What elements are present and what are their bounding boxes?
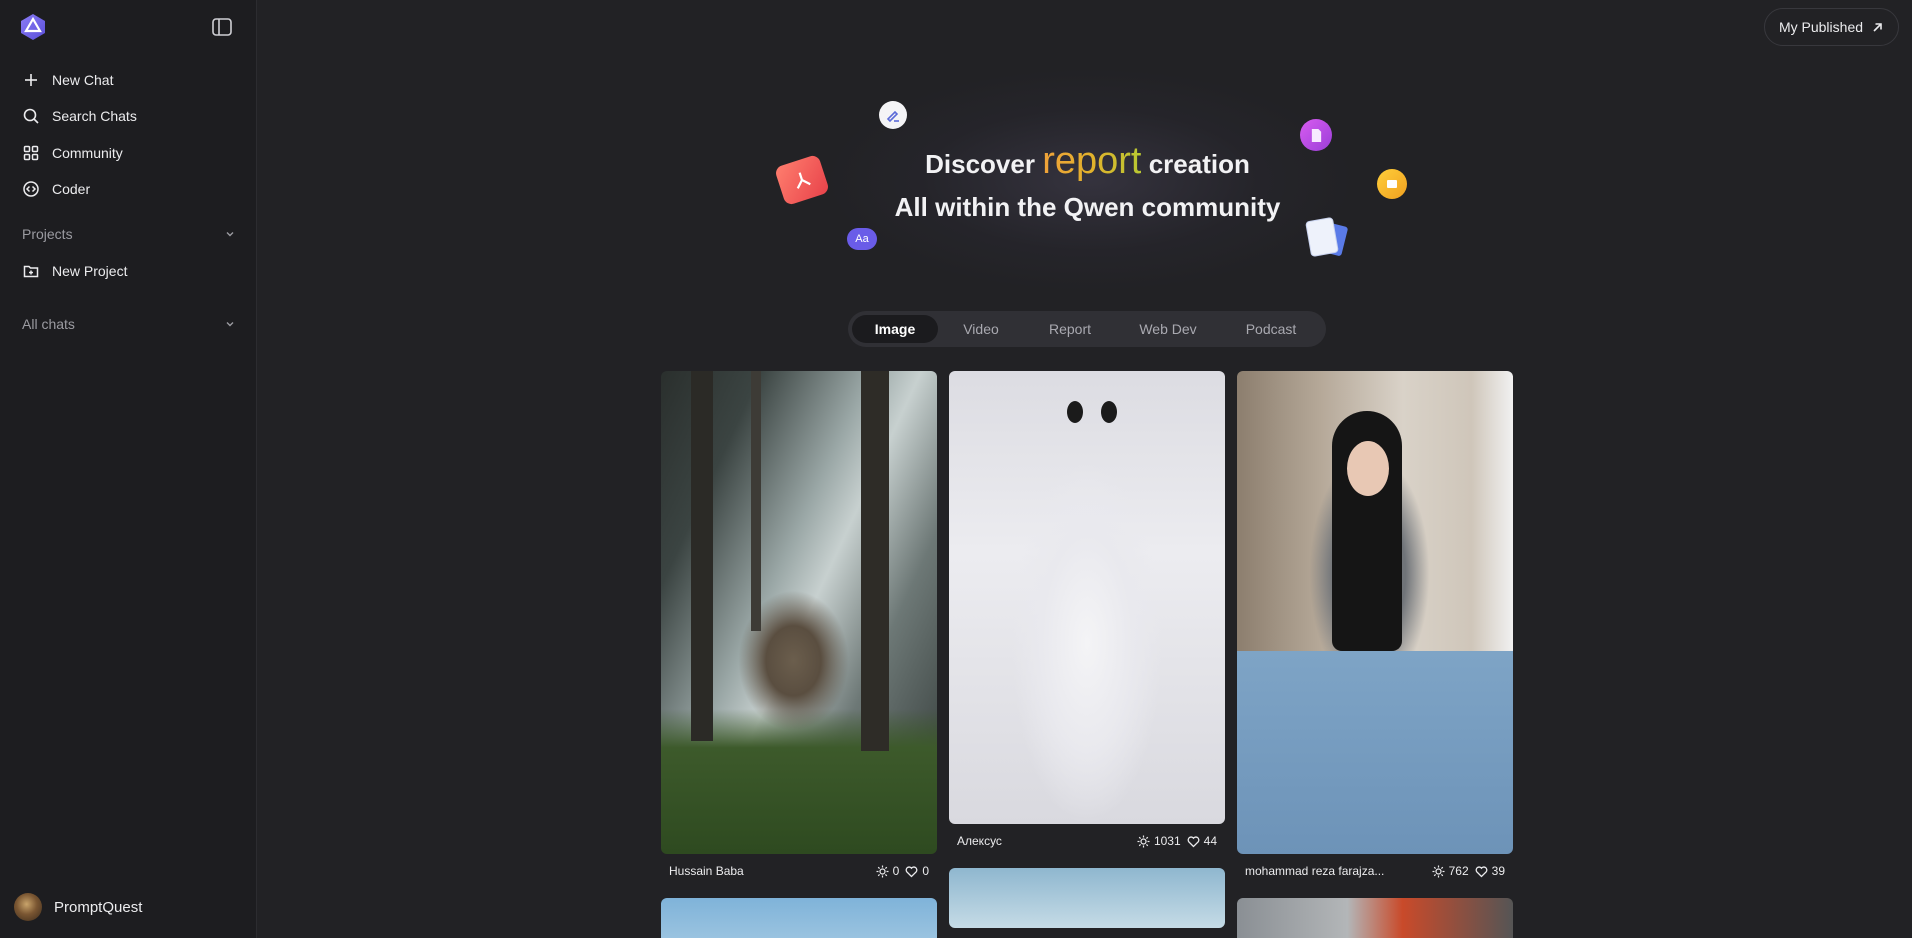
like-count-value: 39: [1491, 864, 1505, 878]
card-meta: mohammad reza farajza... 762 39: [1237, 854, 1513, 888]
plus-icon: [25, 74, 37, 86]
card-author: Hussain Baba: [669, 864, 744, 878]
sparkle-icon: [876, 865, 889, 877]
sparkle-icon: [1137, 835, 1150, 847]
new-chat-label: New Chat: [52, 72, 114, 88]
new-project-button[interactable]: New Project: [12, 255, 244, 287]
card-image[interactable]: [949, 868, 1225, 928]
app: New Chat Search Chats Community Coder Pr…: [0, 0, 1912, 938]
search-chats-button[interactable]: Search Chats: [12, 100, 244, 132]
font-icon: Aa: [847, 228, 877, 250]
chevron-down-icon: [226, 322, 234, 327]
all-chats-section-toggle[interactable]: All chats: [22, 312, 236, 336]
hero-title-suffix: creation: [1148, 149, 1250, 179]
like-button[interactable]: 39: [1475, 864, 1505, 878]
arrow-up-right-icon: [1873, 22, 1882, 32]
projects-section-toggle[interactable]: Projects: [22, 222, 236, 246]
search-chats-label: Search Chats: [52, 108, 137, 124]
qwen-logo-icon[interactable]: [18, 12, 48, 42]
sparkle-icon: [1432, 865, 1445, 877]
avatar: [14, 893, 42, 921]
tab-image[interactable]: Image: [852, 315, 938, 343]
card-image[interactable]: [949, 371, 1225, 824]
tab-report[interactable]: Report: [1024, 315, 1116, 343]
sidebar-toggle-icon[interactable]: [210, 16, 234, 38]
file-stack-icon: [1306, 218, 1349, 262]
like-button[interactable]: 44: [1187, 834, 1217, 848]
like-count-value: 0: [922, 864, 929, 878]
new-project-label: New Project: [52, 263, 128, 279]
view-count-value: 1031: [1153, 834, 1181, 848]
chevron-down-icon: [226, 232, 234, 237]
card-image[interactable]: [661, 898, 937, 938]
tab-video[interactable]: Video: [938, 315, 1024, 343]
my-published-label: My Published: [1778, 19, 1864, 35]
card-meta: Алексус 1031 44: [949, 824, 1225, 858]
card-stats: 1031 44: [1137, 834, 1217, 848]
card-image[interactable]: [1237, 898, 1513, 938]
card-image[interactable]: [1237, 371, 1513, 854]
community-card[interactable]: Hussain Baba 0 0: [661, 371, 937, 888]
heart-icon: [905, 865, 918, 877]
community-card[interactable]: [661, 898, 937, 938]
search-icon: [23, 108, 39, 124]
card-author: Алексус: [957, 834, 1002, 848]
like-count-value: 44: [1203, 834, 1217, 848]
user-profile-button[interactable]: PromptQuest: [14, 892, 142, 922]
heart-icon: [1187, 835, 1200, 847]
card-author: mohammad reza farajza...: [1245, 864, 1385, 878]
view-count: 762: [1432, 864, 1469, 878]
view-count-value: 0: [892, 864, 900, 878]
like-button[interactable]: 0: [905, 864, 929, 878]
tab-podcast[interactable]: Podcast: [1220, 315, 1322, 343]
my-published-button[interactable]: My Published: [1764, 8, 1899, 46]
category-tabs: Image Video Report Web Dev Podcast: [848, 311, 1326, 347]
new-chat-button[interactable]: New Chat: [12, 64, 244, 96]
community-card[interactable]: [949, 868, 1225, 928]
card-stats: 762 39: [1432, 864, 1505, 878]
hero-title-accent: report: [1042, 140, 1142, 182]
view-count: 0: [876, 864, 900, 878]
community-card[interactable]: Алексус 1031 44: [949, 371, 1225, 858]
folder-plus-icon: [23, 265, 39, 278]
hero-title-prefix: Discover: [925, 149, 1035, 179]
projects-label: Projects: [22, 226, 73, 242]
hero-subtitle: All within the Qwen community: [894, 192, 1281, 222]
card-meta: Hussain Baba 0 0: [661, 854, 937, 888]
heart-icon: [1475, 865, 1488, 877]
tab-web-dev[interactable]: Web Dev: [1116, 315, 1220, 343]
view-count-value: 762: [1448, 864, 1469, 878]
card-image[interactable]: [661, 371, 937, 854]
all-chats-label: All chats: [22, 316, 75, 332]
hero-title: Discover report creation: [0, 140, 1912, 183]
card-stats: 0 0: [876, 864, 929, 878]
view-count: 1031: [1137, 834, 1181, 848]
signature-icon: [879, 101, 907, 129]
community-card[interactable]: mohammad reza farajza... 762 39: [1237, 371, 1513, 888]
community-card[interactable]: [1237, 898, 1513, 938]
user-name: PromptQuest: [54, 898, 143, 916]
